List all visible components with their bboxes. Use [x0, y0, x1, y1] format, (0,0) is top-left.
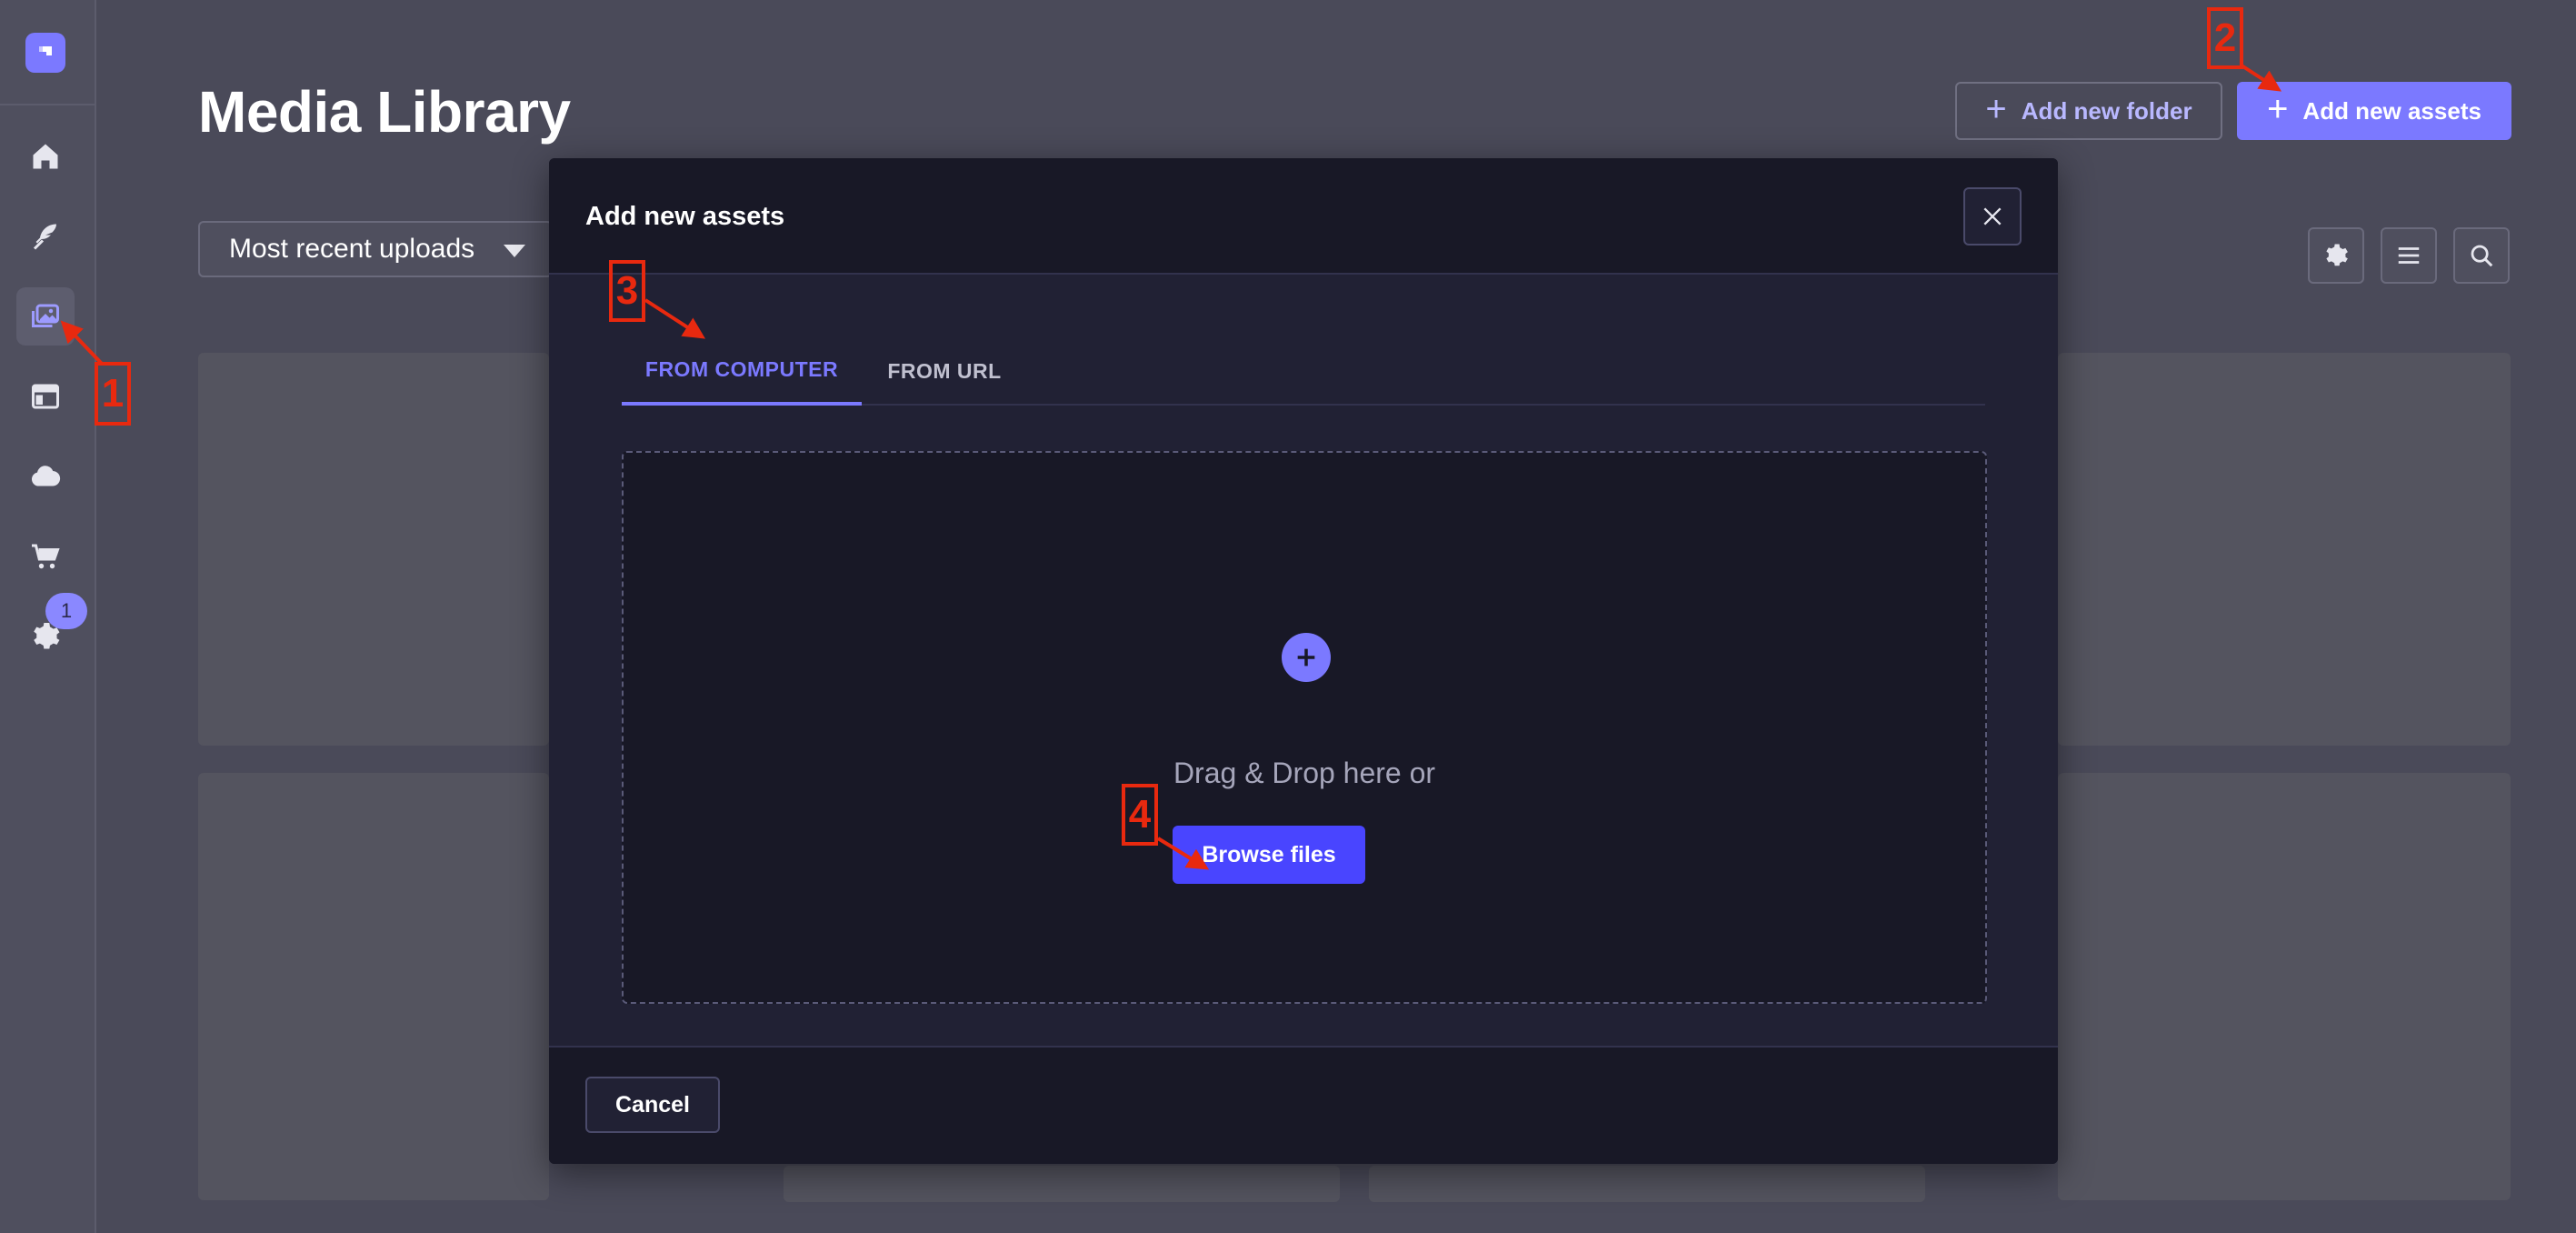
plus-circle-icon — [1282, 633, 1331, 682]
modal-header: Add new assets — [549, 158, 2058, 275]
nav-divider — [0, 104, 95, 105]
nav-item-content-type-builder[interactable] — [16, 367, 75, 426]
modal-title: Add new assets — [585, 202, 785, 231]
close-modal-button[interactable] — [1963, 187, 2022, 246]
annotation-2: 2 — [2207, 7, 2243, 69]
nav-item-content-manager[interactable] — [16, 207, 75, 266]
plus-icon: + — [1985, 89, 2007, 129]
annotation-1: 1 — [95, 362, 131, 426]
asset-card-placeholder — [1369, 1166, 1925, 1202]
side-navigation: 1 — [0, 0, 96, 1233]
nav-item-marketplace[interactable] — [16, 527, 75, 586]
home-icon — [33, 144, 58, 169]
add-assets-modal: Add new assets FROM COMPUTER FROM URL Dr… — [549, 158, 2058, 1164]
asset-card-placeholder — [198, 353, 549, 746]
add-new-assets-button[interactable]: + Add new assets — [2237, 82, 2511, 140]
settings-notification-badge: 1 — [45, 593, 87, 629]
caret-down-icon — [504, 245, 525, 257]
cancel-button[interactable]: Cancel — [585, 1077, 720, 1133]
modal-footer: Cancel — [549, 1046, 2058, 1164]
logo-icon — [39, 46, 52, 55]
search-icon — [2471, 245, 2493, 267]
add-new-assets-label: Add new assets — [2302, 96, 2481, 125]
tab-from-computer[interactable]: FROM COMPUTER — [622, 336, 862, 406]
dropzone-text: Drag & Drop here or — [1173, 757, 1436, 789]
nav-item-media-library[interactable] — [16, 287, 75, 346]
file-dropzone[interactable]: Drag & Drop here or Browse files — [622, 451, 1987, 1004]
search-button[interactable] — [2453, 227, 2510, 284]
browse-files-button[interactable]: Browse files — [1173, 826, 1365, 884]
annotation-3: 3 — [609, 260, 645, 322]
cloud-icon — [31, 466, 61, 486]
tab-from-url[interactable]: FROM URL — [862, 336, 1027, 406]
add-new-folder-button[interactable]: + Add new folder — [1955, 82, 2222, 140]
add-new-folder-label: Add new folder — [2021, 96, 2192, 125]
plus-icon — [1297, 648, 1315, 667]
settings-button[interactable] — [2308, 227, 2364, 284]
close-icon — [1983, 207, 2002, 226]
list-icon — [2398, 247, 2420, 264]
asset-card-placeholder — [2058, 773, 2511, 1200]
asset-card-placeholder — [2058, 353, 2511, 746]
annotation-4: 4 — [1122, 784, 1158, 846]
gear-icon — [2326, 244, 2348, 266]
plus-icon: + — [2267, 89, 2289, 129]
list-view-button[interactable] — [2381, 227, 2437, 284]
page-title: Media Library — [198, 79, 571, 145]
nav-item-cloud[interactable] — [16, 447, 75, 506]
cart-icon — [32, 544, 60, 569]
nav-item-home[interactable] — [16, 127, 75, 185]
sort-select-value: Most recent uploads — [229, 234, 475, 264]
upload-source-tabs: FROM COMPUTER FROM URL — [622, 336, 1985, 406]
feather-icon — [33, 224, 56, 250]
sort-select[interactable]: Most recent uploads — [198, 221, 553, 277]
images-icon — [32, 304, 59, 327]
asset-card-placeholder — [198, 773, 549, 1200]
app-logo[interactable] — [25, 33, 65, 73]
asset-card-placeholder — [784, 1166, 1340, 1202]
layout-icon — [32, 384, 59, 409]
